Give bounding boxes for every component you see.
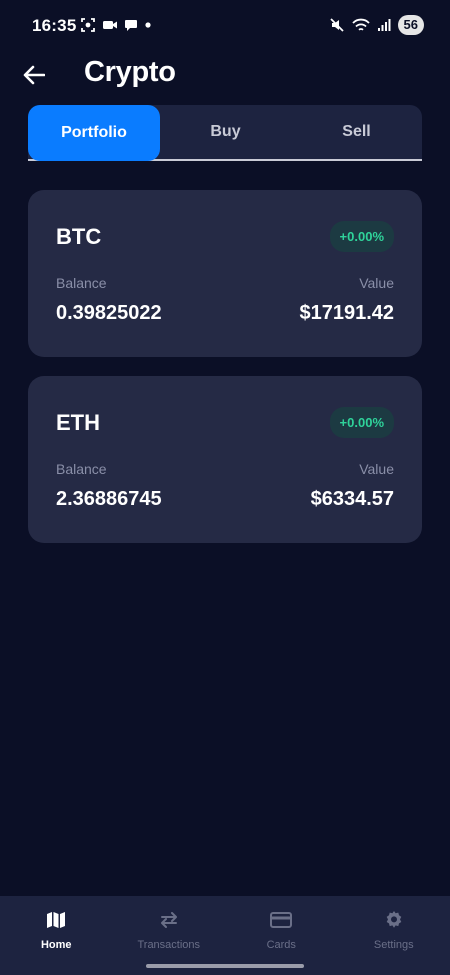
balance-amount: 0.39825022 [56,302,162,324]
battery-indicator: 56 [397,15,424,35]
card-icon [269,908,293,932]
tab-bar: Portfolio Buy Sell [28,105,422,161]
map-icon [44,908,68,932]
nav-label: Home [40,939,72,951]
value-amount: $6334.57 [310,488,394,510]
nav-home[interactable]: Home [0,896,113,975]
arrow-left-icon [23,65,45,85]
page-title: Crypto [84,56,176,88]
tab-buy[interactable]: Buy [160,105,291,159]
status-notification-icons [80,17,152,33]
chat-icon [125,20,137,31]
status-time: 16:35 [32,16,77,35]
tab-sell[interactable]: Sell [291,105,422,159]
asset-symbol: BTC [56,224,102,249]
balance-label: Balance [56,461,107,477]
gear-icon [382,908,406,932]
wifi-icon [351,18,370,31]
dot-icon [145,22,151,28]
balance-amount: 2.36886745 [56,488,162,510]
nav-settings[interactable]: Settings [338,896,450,975]
screenshot-icon [81,18,95,32]
nav-label: Settings [373,939,414,951]
signal-icon [377,19,391,31]
status-bar: 16:35 56 [0,0,450,52]
tab-portfolio[interactable]: Portfolio [28,105,160,161]
back-button[interactable] [18,60,50,90]
change-badge: +0.00% [329,221,394,252]
header: Crypto [0,52,450,100]
holding-card-btc[interactable]: BTC +0.00% Balance Value 0.39825022 $171… [28,190,422,357]
nav-label: Cards [266,939,296,951]
swap-arrows-icon [157,908,181,932]
mute-icon [329,18,344,32]
value-label: Value [359,461,394,477]
nav-label: Transactions [137,939,201,951]
asset-symbol: ETH [56,410,100,435]
status-system-icons: 56 [329,15,424,35]
video-icon [103,21,117,29]
crypto-screen: 16:35 56 Crypto Portfolio Buy Sell BTC +… [0,0,450,975]
home-indicator[interactable] [146,964,304,968]
change-badge: +0.00% [329,407,394,438]
value-label: Value [359,275,394,291]
holding-card-eth[interactable]: ETH +0.00% Balance Value 2.36886745 $633… [28,376,422,543]
value-amount: $17191.42 [299,302,394,324]
balance-label: Balance [56,275,107,291]
